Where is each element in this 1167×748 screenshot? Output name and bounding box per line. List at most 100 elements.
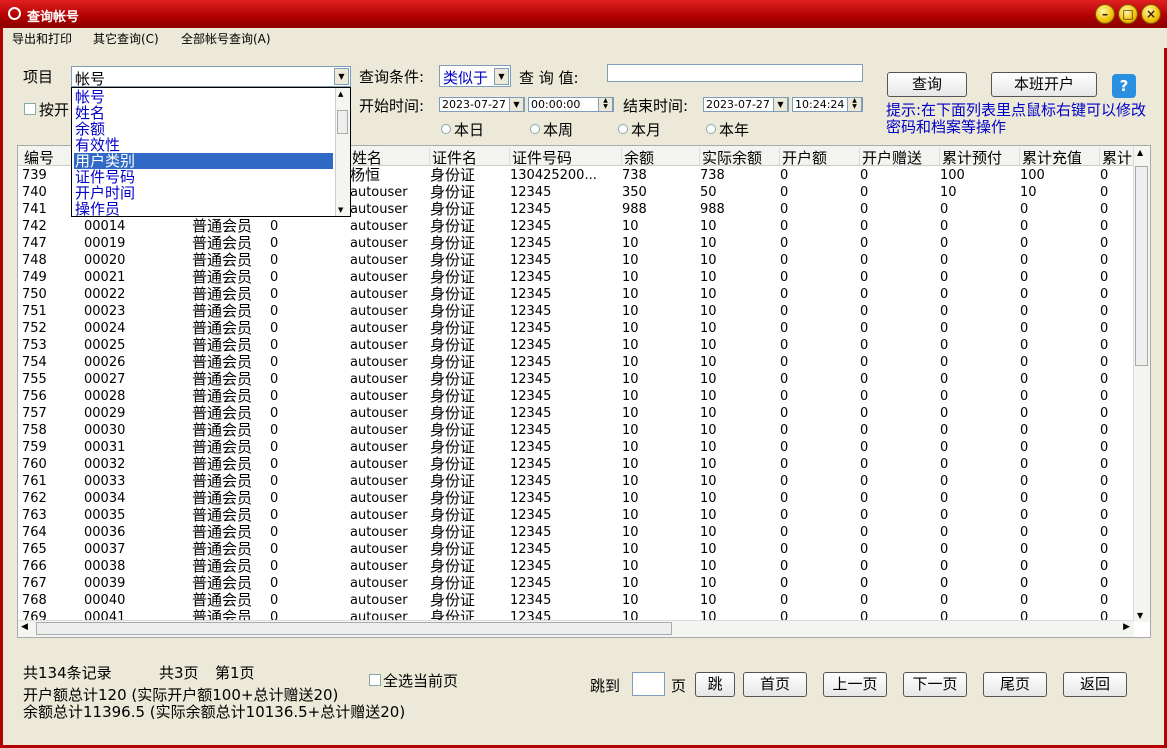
table-row[interactable]: 751 00023 普通会员 0 autouser 身份证 12345 10 10 0 0 0 0 0 [18, 303, 1134, 320]
next-page-button[interactable]: 下一页 [903, 672, 967, 697]
table-row[interactable]: 750 00022 普通会员 0 autouser 身份证 12345 10 10 0 0 0 0 0 [18, 286, 1134, 303]
table-cell: 0 [270, 270, 279, 285]
table-cell: 普通会员 [192, 388, 253, 405]
scroll-up-icon[interactable]: ▲ [1137, 148, 1143, 157]
table-row[interactable]: 762 00034 普通会员 0 autouser 身份证 12345 10 10 0 0 0 0 0 [18, 490, 1134, 507]
scroll-up-icon[interactable]: ▲ [338, 90, 343, 98]
table-row[interactable]: 756 00028 普通会员 0 autouser 身份证 12345 10 10 0 0 0 0 0 [18, 388, 1134, 405]
chevron-down-icon[interactable]: ▼ [494, 68, 509, 85]
query-button[interactable]: 查询 [887, 72, 967, 97]
radio-year[interactable] [706, 124, 716, 134]
table-cell: 757 [22, 406, 47, 421]
option-user-type[interactable]: 用户类别 [74, 153, 333, 169]
table-row[interactable]: 764 00036 普通会员 0 autouser 身份证 12345 10 10 0 0 0 0 0 [18, 524, 1134, 541]
close-icon[interactable]: × [1141, 4, 1161, 24]
table-row[interactable]: 765 00037 普通会员 0 autouser 身份证 12345 10 10 0 0 0 0 0 [18, 541, 1134, 558]
table-row[interactable]: 749 00021 普通会员 0 autouser 身份证 12345 10 10 0 0 0 0 0 [18, 269, 1134, 286]
question-icon[interactable]: ? [1112, 74, 1136, 98]
menu-other-query[interactable]: 其它查询(C) [93, 30, 159, 47]
minimize-icon[interactable]: – [1095, 4, 1115, 24]
chevron-down-icon[interactable]: ▼ [509, 97, 524, 112]
query-value-input[interactable] [607, 64, 863, 82]
table-row[interactable]: 767 00039 普通会员 0 autouser 身份证 12345 10 10 0 0 0 0 0 [18, 575, 1134, 592]
condition-select[interactable]: 类似于 ▼ [439, 65, 511, 87]
chevron-down-icon[interactable]: ▼ [334, 68, 349, 85]
horizontal-scrollbar[interactable]: ◀ ▶ [18, 620, 1134, 637]
maximize-icon[interactable]: □ [1118, 4, 1138, 24]
scroll-right-icon[interactable]: ▶ [1123, 622, 1130, 632]
table-row[interactable]: 748 00020 普通会员 0 autouser 身份证 12345 10 10 0 0 0 0 0 [18, 252, 1134, 269]
menu-export-print[interactable]: 导出和打印 [12, 30, 72, 47]
table-row[interactable]: 755 00027 普通会员 0 autouser 身份证 12345 10 10 0 0 0 0 0 [18, 371, 1134, 388]
prev-page-button[interactable]: 上一页 [823, 672, 887, 697]
table-row[interactable]: 763 00035 普通会员 0 autouser 身份证 12345 10 10 0 0 0 0 0 [18, 507, 1134, 524]
table-row[interactable]: 742 00014 普通会员 0 autouser 身份证 12345 10 10 0 0 0 0 0 [18, 218, 1134, 235]
by-date-checkbox[interactable] [24, 103, 36, 115]
dropdown-scrollbar[interactable]: ▲ ▼ [335, 88, 350, 216]
table-cell: 0 [940, 440, 949, 455]
option-account[interactable]: 帐号 [74, 89, 333, 105]
menu-all-accounts[interactable]: 全部帐号查询(A) [181, 30, 271, 47]
table-row[interactable]: 761 00033 普通会员 0 autouser 身份证 12345 10 10 0 0 0 0 0 [18, 473, 1134, 490]
scroll-left-icon[interactable]: ◀ [21, 622, 28, 632]
table-row[interactable]: 768 00040 普通会员 0 autouser 身份证 12345 10 10 0 0 0 0 0 [18, 592, 1134, 609]
column-header[interactable]: 余额 [622, 147, 700, 165]
table-cell: 0 [1100, 253, 1109, 268]
spinner-icon[interactable]: ▲ ▼ [598, 97, 613, 112]
column-header[interactable]: 开户额 [780, 147, 860, 165]
column-header[interactable]: 累计预付 [940, 147, 1020, 165]
table-row[interactable]: 766 00038 普通会员 0 autouser 身份证 12345 10 10 0 0 0 0 0 [18, 558, 1134, 575]
column-header[interactable]: 累计 [1100, 147, 1134, 165]
chevron-down-icon[interactable]: ▼ [773, 97, 788, 112]
scroll-thumb[interactable] [337, 110, 348, 134]
option-balance[interactable]: 余额 [74, 121, 333, 137]
table-cell: 00014 [84, 219, 126, 234]
column-header[interactable]: 开户赠送 [860, 147, 940, 165]
end-date-picker[interactable]: 2023-07-27 ▼ [703, 97, 789, 112]
last-page-button[interactable]: 尾页 [983, 672, 1047, 697]
table-cell: 755 [22, 372, 47, 387]
item-select[interactable]: 帐号 ▼ [71, 66, 351, 88]
first-page-button[interactable]: 首页 [743, 672, 807, 697]
spinner-icon[interactable]: ▲ ▼ [847, 97, 862, 112]
back-button[interactable]: 返回 [1063, 672, 1127, 697]
column-header[interactable]: 证件号码 [510, 147, 622, 165]
table-row[interactable]: 759 00031 普通会员 0 autouser 身份证 12345 10 10 0 0 0 0 0 [18, 439, 1134, 456]
table-row[interactable]: 752 00024 普通会员 0 autouser 身份证 12345 10 10 0 0 0 0 0 [18, 320, 1134, 337]
scroll-down-icon[interactable]: ▼ [338, 206, 343, 214]
radio-month[interactable] [618, 124, 628, 134]
column-header[interactable]: 证件名 [430, 147, 510, 165]
table-row[interactable]: 753 00025 普通会员 0 autouser 身份证 12345 10 10 0 0 0 0 0 [18, 337, 1134, 354]
table-row[interactable]: 747 00019 普通会员 0 autouser 身份证 12345 10 10 0 0 0 0 0 [18, 235, 1134, 252]
end-time-picker[interactable]: 10:24:24 ▲ ▼ [792, 97, 863, 112]
radio-today[interactable] [441, 124, 451, 134]
table-row[interactable]: 758 00030 普通会员 0 autouser 身份证 12345 10 10 0 0 0 0 0 [18, 422, 1134, 439]
start-date-picker[interactable]: 2023-07-27 ▼ [439, 97, 525, 112]
option-id-number[interactable]: 证件号码 [74, 169, 333, 185]
table-row[interactable]: 760 00032 普通会员 0 autouser 身份证 12345 10 10 0 0 0 0 0 [18, 456, 1134, 473]
start-time-picker[interactable]: 00:00:00 ▲ ▼ [528, 97, 614, 112]
option-operator[interactable]: 操作员 [74, 201, 333, 217]
jump-page-input[interactable] [632, 672, 665, 696]
table-cell: 0 [860, 559, 869, 574]
item-dropdown-list[interactable]: 帐号 姓名 余额 有效性 用户类别 证件号码 开户时间 操作员 ▲ ▼ [71, 87, 351, 217]
radio-week[interactable] [530, 124, 540, 134]
open-account-button[interactable]: 本班开户 [991, 72, 1097, 97]
scroll-thumb[interactable] [36, 622, 672, 635]
column-header[interactable]: 实际余额 [700, 147, 780, 165]
column-header[interactable]: 姓名 [350, 147, 430, 165]
option-name[interactable]: 姓名 [74, 105, 333, 121]
vertical-scrollbar[interactable]: ▲ ▼ [1133, 146, 1150, 622]
select-all-checkbox[interactable] [369, 674, 381, 686]
table-row[interactable]: 757 00029 普通会员 0 autouser 身份证 12345 10 10 0 0 0 0 0 [18, 405, 1134, 422]
scroll-thumb[interactable] [1135, 166, 1148, 366]
accounts-table[interactable]: 编号帐号用户类别有效性姓名证件名证件号码余额实际余额开户额开户赠送累计预付累计充… [17, 145, 1151, 638]
table-row[interactable]: 754 00026 普通会员 0 autouser 身份证 12345 10 10 0 0 0 0 0 [18, 354, 1134, 371]
option-open-time[interactable]: 开户时间 [74, 185, 333, 201]
option-validity[interactable]: 有效性 [74, 137, 333, 153]
column-header[interactable]: 累计充值 [1020, 147, 1100, 165]
table-cell: 00022 [84, 287, 126, 302]
jump-button[interactable]: 跳 [695, 672, 735, 697]
table-cell: 0 [940, 576, 949, 591]
scroll-down-icon[interactable]: ▼ [1137, 611, 1143, 620]
